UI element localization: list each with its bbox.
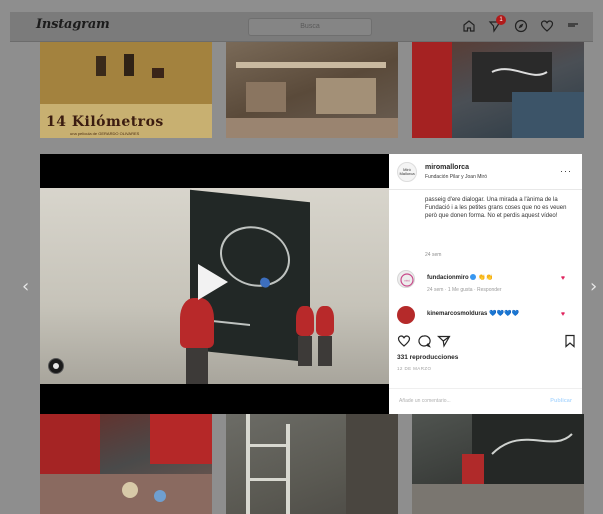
post-header: Miró Mallorca miromallorca Fundación Pil…: [389, 154, 582, 190]
author-location[interactable]: Fundación Pilar y Joan Miró: [425, 174, 487, 180]
grid-tile-title: 14 Kilómetros: [46, 114, 164, 130]
play-icon[interactable]: [198, 264, 228, 300]
commenter-username[interactable]: kinemarcosmolduras 💙💙💙💙: [427, 310, 519, 317]
like-comment-heart-icon[interactable]: ♥: [561, 275, 565, 282]
more-options-icon[interactable]: ···: [560, 166, 572, 176]
direct-messages-icon[interactable]: 1: [487, 15, 506, 34]
like-heart-icon[interactable]: [397, 334, 411, 348]
home-icon[interactable]: [461, 18, 477, 34]
commenter-avatar[interactable]: miró: [397, 270, 415, 288]
like-comment-heart-icon[interactable]: ♥: [561, 311, 565, 318]
nav-icons: 1: [461, 15, 581, 34]
author-avatar[interactable]: Miró Mallorca: [397, 162, 417, 182]
comment-text: 👏👏: [478, 275, 493, 281]
previous-post-arrow[interactable]: ‹: [22, 276, 29, 297]
comment-bubble-icon[interactable]: [417, 334, 431, 348]
heart-icon[interactable]: [539, 18, 555, 34]
comment-text: 💙💙💙💙: [489, 311, 519, 317]
instagram-logo[interactable]: Instagram: [36, 17, 110, 32]
post-actions: [397, 334, 577, 352]
commenter-avatar[interactable]: [397, 306, 415, 324]
svg-text:miró: miró: [404, 279, 410, 283]
commenter-username[interactable]: fundacionmiro 👏👏: [427, 274, 493, 281]
verified-badge-icon: [470, 274, 477, 281]
post-caption: passeig d'ere dialogar. Una mirada a l'à…: [425, 197, 567, 219]
messages-badge: 1: [496, 15, 506, 25]
caption-timestamp: 24 sem: [425, 252, 442, 258]
grid-post-tile[interactable]: [40, 414, 212, 514]
comment-meta[interactable]: 24 sem · 1 Me gusta · Responder: [427, 287, 501, 293]
post-details-panel: Miró Mallorca miromallorca Fundación Pil…: [389, 154, 582, 414]
explore-icon[interactable]: [513, 18, 529, 34]
grid-tile-credits: una película de GERARDO OLIVARES: [70, 131, 140, 136]
grid-post-tile[interactable]: [412, 414, 584, 514]
grid-post-tile[interactable]: [226, 42, 398, 138]
add-comment-bar: Añade un comentario... Publicar: [389, 388, 582, 414]
top-navigation: Instagram Busca 1: [10, 12, 593, 42]
user-tag-icon[interactable]: [48, 358, 64, 374]
video-views-count[interactable]: 331 reproducciones: [397, 354, 458, 361]
page-overlay[interactable]: Instagram Busca 1 14 Kilómetros una pelí…: [0, 0, 603, 514]
next-post-arrow[interactable]: ›: [590, 276, 597, 297]
post-video[interactable]: [40, 154, 389, 414]
share-icon[interactable]: [436, 334, 451, 348]
search-input[interactable]: Busca: [248, 18, 372, 36]
publish-button[interactable]: Publicar: [550, 398, 572, 404]
grid-post-tile[interactable]: [412, 42, 584, 138]
avatar[interactable]: [565, 18, 581, 34]
grid-post-tile[interactable]: [226, 414, 398, 514]
author-username[interactable]: miromallorca: [425, 164, 469, 171]
comment-input[interactable]: Añade un comentario...: [399, 398, 451, 404]
comment-item: kinemarcosmolduras 💙💙💙💙 ♥: [397, 306, 577, 332]
comment-item: miró fundacionmiro 👏👏 24 sem · 1 Me gust…: [397, 270, 577, 296]
grid-post-tile[interactable]: 14 Kilómetros una película de GERARDO OL…: [40, 42, 212, 138]
save-bookmark-icon[interactable]: [563, 334, 577, 348]
post-date: 12 DE MARZO: [397, 366, 432, 371]
